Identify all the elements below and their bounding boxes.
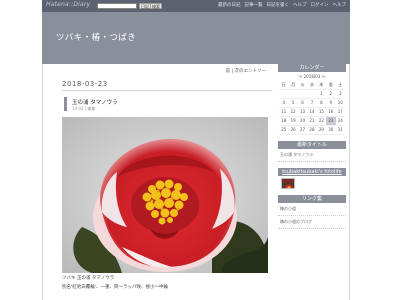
- calendar-day: [307, 89, 317, 99]
- link-item[interactable]: 椿の小道: [278, 203, 346, 216]
- top-link-help[interactable]: ヘルプ: [293, 2, 307, 8]
- calendar-day: [279, 89, 289, 99]
- camellia-image: [62, 117, 268, 273]
- calendar-day: 20: [297, 116, 308, 126]
- entry-meta[interactable]: 14:03 | 編集: [72, 106, 95, 112]
- calendar-day: [288, 89, 298, 99]
- dow-thu: 木: [316, 81, 327, 90]
- calendar-day: 2: [326, 89, 336, 99]
- top-links: 最新の日記 記事一覧 日記を書く ヘルプ ログイン ヘルプ: [218, 2, 346, 8]
- links-section: リンク集 椿の小道 椿の小道のブログ: [278, 194, 346, 229]
- calendar-day: 7: [307, 98, 317, 108]
- latest-title-link[interactable]: 玉の浦 タマノウラ: [278, 149, 346, 162]
- calendar-day: 14: [307, 107, 317, 117]
- calendar-day: 26: [288, 125, 298, 135]
- top-link-login[interactable]: ログイン: [311, 2, 329, 8]
- calendar-day: 16: [326, 107, 336, 117]
- calendar-day: 18: [279, 116, 289, 126]
- calendar-day: 29: [316, 125, 327, 135]
- calendar-day: 10: [335, 98, 345, 108]
- calendar-day: 15: [316, 107, 327, 117]
- calendar-day: 22: [316, 116, 327, 126]
- links-heading: リンク集: [278, 194, 346, 203]
- calendar-day: 5: [288, 98, 298, 108]
- latest-titles-section: 最新タイトル 玉の浦 タマノウラ: [278, 140, 346, 162]
- latest-titles-heading: 最新タイトル: [278, 140, 346, 149]
- calendar: 日 月 火 水 木 金 土 1 2 3 4 5 6 7 8 9 10 11 12…: [279, 81, 345, 135]
- calendar-day: 31: [335, 125, 345, 135]
- top-link-list[interactable]: 記事一覧: [245, 2, 263, 8]
- calendar-day: 27: [297, 125, 308, 135]
- calendar-day: 19: [288, 116, 298, 126]
- dow-fri: 金: [326, 81, 336, 90]
- calendar-day-linked[interactable]: 23: [326, 116, 336, 126]
- entry-title[interactable]: 玉の浦 タマノウラ: [72, 98, 118, 106]
- dow-sun: 日: [279, 81, 289, 90]
- calendar-day: 12: [288, 107, 298, 117]
- calendar-month[interactable]: < 2018/03 >: [278, 74, 346, 80]
- entry-header: 玉の浦 タマノウラ 14:03 | 編集: [64, 97, 270, 111]
- calendar-day: 24: [335, 116, 345, 126]
- calendar-heading: カレンダー: [278, 64, 346, 72]
- calendar-day: 30: [326, 125, 336, 135]
- sidebar: カレンダー < 2018/03 > 日 月 火 水 木 金 土 1 2 3 4 …: [278, 64, 346, 229]
- fotolife-heading[interactable]: tsubakitsubaki's fotolife: [278, 167, 346, 176]
- entry-date[interactable]: 2018-03-23: [62, 80, 108, 88]
- site-logo[interactable]: Hatena::Diary: [46, 1, 90, 8]
- top-bar: Hatena::Diary 日記 検索 最新の日記 記事一覧 日記を書く ヘルプ…: [42, 0, 350, 12]
- date-divider: [62, 90, 272, 91]
- top-link-help2[interactable]: ヘルプ: [333, 2, 347, 8]
- top-link-latest[interactable]: 最新の日記: [218, 2, 241, 8]
- calendar-day: 28: [307, 125, 317, 135]
- calendar-day: 17: [335, 107, 345, 117]
- fotolife-thumbnail-image: [282, 182, 294, 188]
- calendar-day: 8: [316, 98, 327, 108]
- dow-mon: 月: [288, 81, 298, 90]
- calendar-day: 13: [297, 107, 308, 117]
- search-input[interactable]: [97, 3, 137, 9]
- fotolife-thumbnail[interactable]: [281, 177, 295, 189]
- camellia-photo[interactable]: [62, 117, 268, 273]
- calendar-day: 11: [279, 107, 289, 117]
- dow-sat: 土: [335, 81, 345, 90]
- calendar-day: [297, 89, 308, 99]
- calendar-day: 6: [297, 98, 308, 108]
- fotolife-section: tsubakitsubaki's fotolife: [278, 167, 346, 189]
- entry-nav[interactable]: 前 | 次のエントリー: [226, 68, 266, 74]
- calendar-day: 21: [307, 116, 317, 126]
- top-link-write[interactable]: 日記を書く: [267, 2, 290, 8]
- diary-header: ツバキ・椿・つばき: [42, 12, 350, 64]
- calendar-day: 1: [316, 89, 327, 99]
- dow-wed: 水: [307, 81, 317, 90]
- photo-description: 別名'紅地白覆輪'、一重、筒～ラッパ咲、極小～中輪: [62, 285, 168, 290]
- dow-tue: 火: [297, 81, 308, 90]
- link-item[interactable]: 椿の小道のブログ: [278, 216, 346, 229]
- calendar-day: 4: [279, 98, 289, 108]
- calendar-day: 9: [326, 98, 336, 108]
- calendar-day: 25: [279, 125, 289, 135]
- search-button[interactable]: 検索: [150, 3, 162, 9]
- calendar-day: 3: [335, 89, 345, 99]
- diary-title[interactable]: ツバキ・椿・つばき: [56, 31, 136, 43]
- photo-caption: ツバキ 玉の浦 タマノウラ: [62, 276, 115, 281]
